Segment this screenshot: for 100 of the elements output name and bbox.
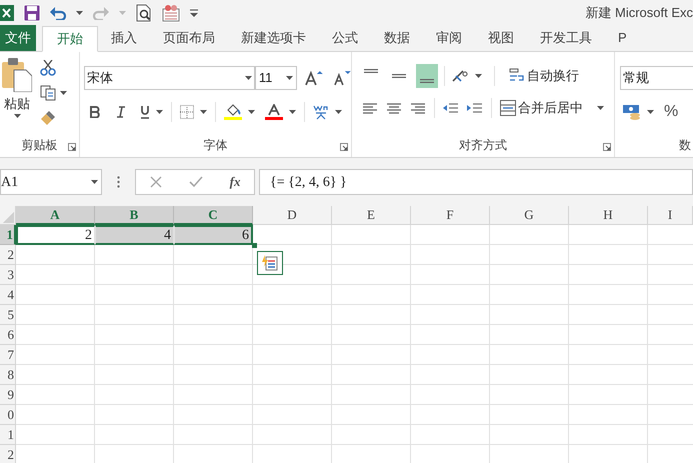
merge-cells-icon xyxy=(500,100,516,116)
undo-icon[interactable] xyxy=(50,6,66,20)
window-title: 新建 Microsoft Exc xyxy=(585,4,693,22)
paste-icon[interactable] xyxy=(2,58,32,92)
caret-icon[interactable] xyxy=(14,114,20,118)
font-size-field[interactable]: 11 xyxy=(254,66,298,90)
row-header[interactable]: 7 xyxy=(0,345,16,365)
ribbon-tab[interactable]: 开发工具 xyxy=(527,25,605,51)
column-header[interactable]: E xyxy=(332,206,411,225)
align-center-icon[interactable] xyxy=(386,101,402,115)
dialog-launcher-icon[interactable] xyxy=(603,143,611,151)
column-header[interactable]: H xyxy=(569,206,648,225)
caret-icon[interactable] xyxy=(647,110,654,114)
column-header[interactable]: I xyxy=(648,206,693,225)
row-header[interactable]: 1 xyxy=(0,225,16,245)
bold-icon[interactable] xyxy=(90,106,100,118)
row-header[interactable]: 6 xyxy=(0,325,16,345)
align-left-icon[interactable] xyxy=(362,101,378,115)
lightning-list-icon xyxy=(262,255,278,271)
column-header[interactable]: F xyxy=(411,206,490,225)
row-header[interactable]: 8 xyxy=(0,365,16,385)
caret-icon[interactable] xyxy=(200,110,207,114)
wrap-text-button[interactable]: 自动换行 xyxy=(509,66,579,86)
ribbon-tab[interactable]: 页面布局 xyxy=(150,25,228,51)
caret-icon[interactable] xyxy=(335,110,342,114)
dialog-launcher-icon[interactable] xyxy=(340,143,348,151)
scissors-icon[interactable] xyxy=(40,60,56,76)
currency-icon[interactable] xyxy=(623,104,641,120)
fill-color-icon[interactable] xyxy=(224,104,242,120)
print-preview-icon[interactable] xyxy=(136,4,152,22)
decrease-indent-icon[interactable] xyxy=(443,101,459,115)
grow-font-icon[interactable] xyxy=(305,70,324,86)
column-header[interactable]: A xyxy=(16,206,95,225)
shrink-font-icon[interactable] xyxy=(333,70,351,86)
row-header[interactable]: 3 xyxy=(0,265,16,285)
redo-icon xyxy=(93,6,109,20)
ribbon-tab[interactable]: 文件 xyxy=(0,25,36,51)
save-icon[interactable] xyxy=(24,5,40,21)
ribbon-tab[interactable]: 开始 xyxy=(42,26,98,52)
italic-icon[interactable] xyxy=(116,106,126,118)
number-format-field[interactable]: 常规 xyxy=(620,66,693,90)
customize-icon[interactable] xyxy=(190,9,198,17)
table-cell[interactable]: 6 xyxy=(174,225,253,245)
row-header[interactable]: 4 xyxy=(0,285,16,305)
column-header[interactable]: G xyxy=(490,206,569,225)
form-icon[interactable] xyxy=(162,4,180,22)
row-header[interactable]: 0 xyxy=(0,405,16,425)
caret-icon[interactable] xyxy=(289,110,296,114)
dialog-launcher-icon[interactable] xyxy=(68,143,76,151)
border-icon[interactable] xyxy=(180,105,194,119)
caret-icon[interactable] xyxy=(286,76,294,80)
row-header[interactable]: 5 xyxy=(0,305,16,325)
row-header[interactable]: 2 xyxy=(0,445,16,463)
table-cell[interactable]: 2 xyxy=(16,225,95,245)
align-bottom-icon xyxy=(420,79,434,83)
group-label: 字体 xyxy=(204,137,228,154)
ribbon-tab[interactable]: 视图 xyxy=(475,25,527,51)
caret-icon[interactable] xyxy=(248,110,255,114)
quick-analysis-button[interactable] xyxy=(257,251,283,275)
caret-icon xyxy=(119,11,126,15)
caret-icon[interactable] xyxy=(76,11,83,15)
row-header[interactable]: 1 xyxy=(0,425,16,445)
ribbon-tab[interactable]: 审阅 xyxy=(423,25,475,51)
caret-icon[interactable] xyxy=(475,74,482,78)
paste-button[interactable]: 粘贴 xyxy=(4,94,30,114)
copy-icon[interactable] xyxy=(40,85,56,101)
align-right-icon[interactable] xyxy=(410,101,426,115)
column-header[interactable]: B xyxy=(95,206,174,225)
column-header[interactable]: C xyxy=(174,206,253,225)
table-cell[interactable]: 4 xyxy=(95,225,174,245)
align-middle-icon xyxy=(392,74,406,78)
spreadsheet-icon xyxy=(0,4,14,22)
fill-handle[interactable] xyxy=(252,243,257,248)
name-box[interactable]: A1 xyxy=(0,169,102,195)
caret-icon[interactable] xyxy=(91,180,98,184)
phonetic-guide-icon[interactable] xyxy=(313,104,329,120)
group-label: 剪贴板 xyxy=(22,137,58,154)
ribbon-tab[interactable]: 新建选项卡 xyxy=(228,25,319,51)
increase-indent-icon[interactable] xyxy=(467,101,483,115)
vertical-align-button[interactable] xyxy=(416,64,438,88)
row-header[interactable]: 2 xyxy=(0,245,16,265)
caret-icon[interactable] xyxy=(60,91,67,95)
row-header[interactable]: 9 xyxy=(0,385,16,405)
formula-field[interactable]: {= {2, 4, 6} } xyxy=(259,169,693,195)
ribbon-tab[interactable]: 数据 xyxy=(371,25,423,51)
percent-button[interactable]: % xyxy=(664,100,678,124)
font-name-field[interactable]: 宋体 xyxy=(84,66,255,90)
column-header[interactable]: D xyxy=(253,206,332,225)
caret-icon[interactable] xyxy=(597,106,604,110)
ribbon-tab[interactable]: 公式 xyxy=(319,25,371,51)
insert-function-button[interactable]: fx xyxy=(230,172,240,192)
merge-center-button[interactable]: 合并后居中 xyxy=(500,98,583,118)
text-orientation-icon[interactable] xyxy=(451,69,469,83)
ribbon-tab[interactable]: P xyxy=(605,25,640,51)
caret-icon[interactable] xyxy=(156,110,163,114)
font-color-icon[interactable] xyxy=(265,104,283,120)
caret-icon[interactable] xyxy=(244,76,252,80)
underline-icon[interactable] xyxy=(140,105,150,119)
brush-icon[interactable] xyxy=(40,110,56,126)
ribbon-tab[interactable]: 插入 xyxy=(98,25,150,51)
